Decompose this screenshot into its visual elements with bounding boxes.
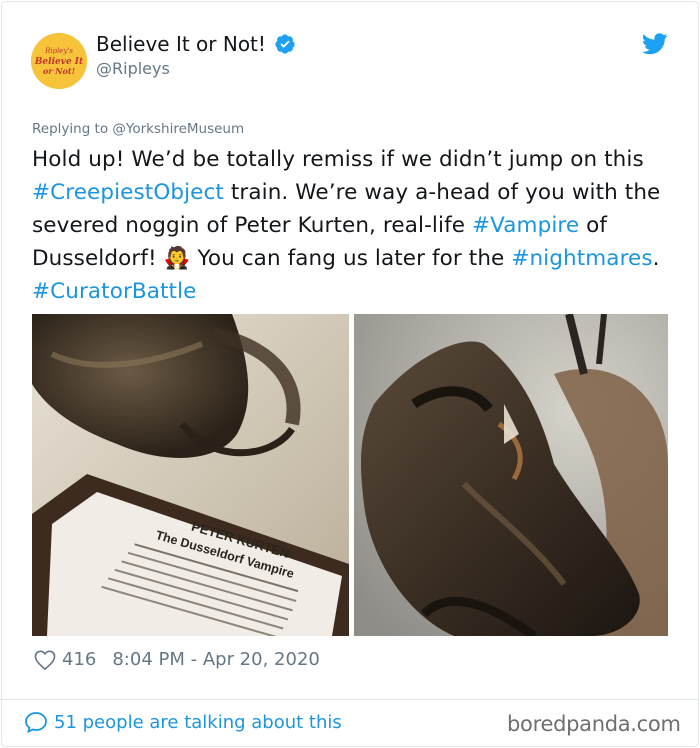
avatar-text-3: or Not!	[43, 66, 76, 76]
boredpanda-watermark: boredpanda.com	[507, 712, 681, 736]
twitter-bird-icon[interactable]	[642, 33, 668, 55]
talking-text[interactable]: 51 people are talking about this	[54, 712, 342, 733]
tweet-text-part-5: .	[652, 246, 660, 271]
handle[interactable]: @Ripleys	[96, 59, 170, 78]
heart-icon[interactable]	[34, 650, 56, 670]
avatar[interactable]: Ripley's Believe It or Not!	[31, 33, 87, 89]
tweet-text-part-4: You can fang us later for the	[190, 246, 512, 271]
replying-prefix: Replying to	[32, 121, 109, 137]
speech-bubble-icon	[25, 712, 47, 733]
ripleys-logo-icon: Ripley's Believe It or Not!	[31, 33, 87, 89]
divider	[0, 699, 698, 700]
hashtag-vampire[interactable]: #Vampire	[472, 213, 579, 238]
tweet-text-part-1: Hold up! We’d be totally remiss if we di…	[32, 147, 644, 172]
tweet-image-left[interactable]: PETER KURTEN The Dusseldorf Vampire	[32, 314, 349, 636]
tweet-meta: 416 8:04 PM - Apr 20, 2020	[34, 649, 320, 670]
reply-mention-link[interactable]: @YorkshireMuseum	[112, 121, 244, 137]
display-name-text[interactable]: Believe It or Not!	[96, 32, 266, 56]
replying-to: Replying to @YorkshireMuseum	[32, 121, 244, 137]
timestamp[interactable]: 8:04 PM - Apr 20, 2020	[112, 649, 319, 670]
verified-badge-icon	[275, 34, 295, 54]
display-name[interactable]: Believe It or Not!	[96, 32, 296, 56]
avatar-text-1: Ripley's	[44, 47, 73, 55]
hashtag-creepiestobject[interactable]: #CreepiestObject	[32, 180, 224, 205]
mummified-head-photo	[354, 314, 668, 636]
like-count[interactable]: 416	[62, 649, 96, 670]
tweet-text: Hold up! We’d be totally remiss if we di…	[32, 143, 682, 308]
talking-link[interactable]: 51 people are talking about this	[24, 711, 342, 733]
tweet-image-right[interactable]	[354, 314, 668, 636]
vampire-emoji-icon: 🧛	[163, 246, 191, 271]
hashtag-curatorbattle[interactable]: #CuratorBattle	[32, 279, 196, 304]
hashtag-nightmares[interactable]: #nightmares	[511, 246, 652, 271]
head-with-sign-photo: PETER KURTEN The Dusseldorf Vampire	[32, 314, 349, 636]
